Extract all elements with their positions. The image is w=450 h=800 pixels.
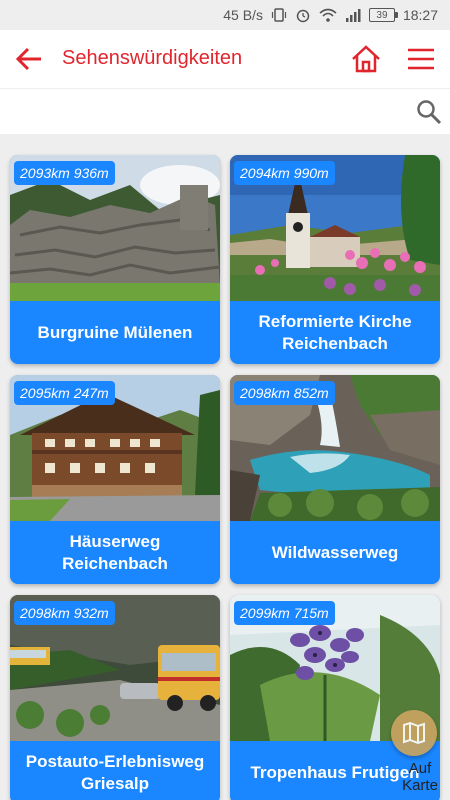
back-button[interactable]	[12, 42, 46, 76]
sight-image: 2093km 936m	[10, 155, 220, 301]
alarm-icon	[295, 7, 311, 23]
status-bar: 45 B/s 39 18:27	[0, 0, 450, 30]
sight-card[interactable]: 2094km 990m Reformierte Kirche Reichenba…	[230, 155, 440, 364]
sight-image: 2095km 247m	[10, 375, 220, 521]
distance-badge: 2095km 247m	[14, 381, 115, 405]
sight-card[interactable]: 2098km 852m Wildwasserweg	[230, 375, 440, 584]
sight-title: Postauto-Erlebnisweg Griesalp	[25, 751, 205, 793]
sight-title: Häuserweg Reichenbach	[62, 531, 168, 573]
sight-image: 2098km 852m	[230, 375, 440, 521]
sight-title: Reformierte Kirche Reichenbach	[258, 311, 412, 353]
sight-title: Wildwasserweg	[271, 542, 399, 562]
sight-image: 2094km 990m	[230, 155, 440, 301]
sight-image: 2098km 932m	[10, 595, 220, 741]
signal-icon	[345, 7, 361, 23]
sight-title: Burgruine Mülenen	[37, 322, 193, 342]
distance-badge: 2099km 715m	[234, 601, 335, 625]
sight-card[interactable]: 2093km 936m Burgruine Mülenen	[10, 155, 220, 364]
vibrate-icon	[271, 7, 287, 23]
battery-icon: 39	[368, 8, 398, 22]
wifi-icon	[319, 7, 337, 23]
show-on-map-button[interactable]	[391, 710, 437, 756]
page-title: Sehenswürdigkeiten	[62, 47, 243, 69]
distance-badge: 2098km 932m	[14, 601, 115, 625]
show-on-map-label[interactable]: Auf Karte	[398, 760, 442, 794]
search-bar	[0, 88, 450, 134]
distance-badge: 2093km 936m	[14, 161, 115, 185]
arrow-left-icon	[15, 47, 41, 71]
sight-card[interactable]: 2095km 247m Häuserweg Reichenbach	[10, 375, 220, 584]
distance-badge: 2094km 990m	[234, 161, 335, 185]
home-icon	[352, 45, 380, 73]
hamburger-menu-icon	[408, 48, 434, 70]
sight-card[interactable]: 2098km 932m Postauto-Erlebnisweg Griesal…	[10, 595, 220, 800]
search-input[interactable]	[10, 95, 400, 129]
menu-button[interactable]	[404, 42, 438, 76]
map-icon	[403, 721, 425, 745]
app-header: Sehenswürdigkeiten	[0, 30, 450, 88]
home-button[interactable]	[349, 42, 383, 76]
clock: 18:27	[402, 7, 438, 23]
search-icon[interactable]	[416, 99, 442, 125]
distance-badge: 2098km 852m	[234, 381, 335, 405]
network-speed: 45 B/s	[223, 7, 263, 23]
